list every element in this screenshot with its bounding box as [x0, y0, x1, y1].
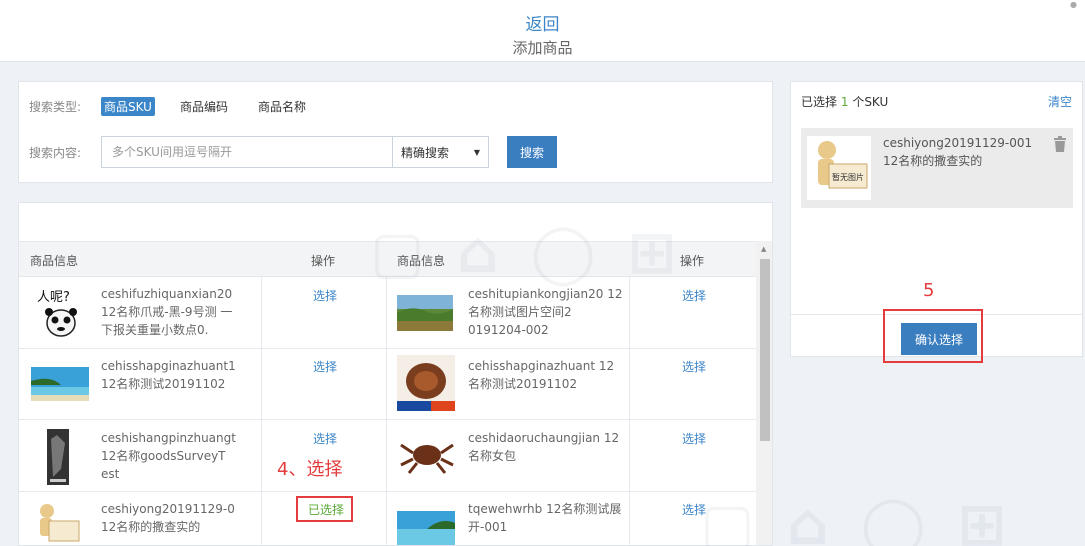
- selected-suffix: 个SKU: [852, 95, 889, 109]
- caret-down-icon: ▼: [473, 147, 480, 157]
- search-content-label: 搜索内容:: [29, 145, 82, 160]
- divider: [19, 491, 756, 492]
- divider: [629, 277, 630, 545]
- search-type-row: 搜索类型: 商品SKU 商品编码 商品名称: [29, 97, 333, 116]
- product-image-beach: [31, 367, 89, 401]
- search-type-label: 搜索类型:: [29, 100, 82, 114]
- search-button[interactable]: 搜索: [507, 136, 557, 168]
- product-image-crab: [397, 355, 455, 411]
- search-type-sku[interactable]: 商品SKU: [101, 97, 155, 116]
- search-input[interactable]: [102, 137, 392, 167]
- select-link[interactable]: 选择: [682, 287, 706, 304]
- product-image-landscape: [397, 295, 453, 331]
- svg-text:人呢?: 人呢?: [37, 290, 70, 305]
- search-panel: 搜索类型: 商品SKU 商品编码 商品名称 搜索内容: 精确搜索 ▼ 搜索: [18, 81, 773, 183]
- scrollbar[interactable]: ▲: [756, 241, 772, 545]
- window-control-icon[interactable]: ●: [1070, 0, 1077, 9]
- select-link[interactable]: 选择: [682, 501, 706, 518]
- selected-item-desc: 12名称的撒查实的: [883, 154, 983, 168]
- product-name: ceshidaoruchaungjian 12名称女包: [468, 431, 620, 463]
- confirm-select-button[interactable]: 确认选择: [901, 323, 977, 355]
- product-name: tqewehwrhb 12名称测试展开-001: [468, 502, 622, 534]
- product-image-meme: 人呢?: [33, 285, 89, 341]
- selected-panel: 已选择 1 个SKU 清空 暂无图片 ceshiyong20191129-001…: [790, 81, 1083, 363]
- product-name: cehisshapginazhuant1 12名称测试20191102: [101, 359, 236, 391]
- divider: [261, 277, 262, 545]
- clear-link[interactable]: 清空: [1048, 93, 1072, 110]
- col-header-op-right: 操作: [680, 254, 705, 268]
- product-image-placeholder: [33, 501, 83, 545]
- trash-icon[interactable]: [1053, 136, 1067, 156]
- scroll-up-icon[interactable]: ▲: [761, 245, 766, 253]
- col-header-op-left: 操作: [311, 254, 336, 268]
- page-title: 添加商品: [512, 39, 573, 57]
- product-image-poster: [47, 429, 69, 485]
- product-name: ceshishangpinzhuangt 12名称goodsSurveyT es…: [101, 431, 236, 481]
- col-header-info-right: 商品信息: [397, 254, 446, 268]
- select-link[interactable]: 选择: [682, 358, 706, 375]
- placeholder-image-text: 暂无图片: [832, 172, 864, 182]
- page-header: 返回 添加商品 ●: [0, 0, 1085, 62]
- col-header-info-left: 商品信息: [30, 254, 79, 268]
- selected-summary: 已选择 1 个SKU: [801, 93, 888, 110]
- divider: [386, 277, 387, 545]
- product-image-beach-2: [397, 511, 455, 545]
- search-type-code[interactable]: 商品编码: [177, 97, 231, 116]
- select-link[interactable]: 选择: [682, 430, 706, 447]
- product-name: ceshiyong20191129-0 12名称的撒查实的: [101, 502, 235, 534]
- table-header: 商品信息 操作 商品信息 操作: [19, 241, 756, 277]
- product-name: ceshifuzhiquanxian20 12名称爪戒-黑-9号测 一下报关重量…: [101, 287, 233, 337]
- selected-item: 暂无图片 ceshiyong20191129-001 12名称的撒查实的: [801, 128, 1073, 208]
- annotation-step4: 4、选择: [277, 459, 343, 480]
- product-image-placeholder: 暂无图片: [807, 136, 871, 200]
- select-link[interactable]: 选择: [313, 430, 337, 447]
- selected-item-name: ceshiyong20191129-001 12名称的撒查实的: [883, 134, 1058, 170]
- select-link[interactable]: 选择: [313, 287, 337, 304]
- search-box: 精确搜索 ▼: [101, 136, 489, 168]
- back-link[interactable]: 返回: [0, 10, 1085, 35]
- product-name: ceshitupiankongjian20 12名称测试图片空间2 019120…: [468, 287, 623, 337]
- divider: [19, 348, 756, 349]
- product-name: cehisshapginazhuant 12名称测试20191102: [468, 359, 615, 391]
- annotation-box: [296, 496, 353, 522]
- selected-count: 1: [840, 95, 849, 109]
- selected-item-sku: ceshiyong20191129-001: [883, 136, 1033, 150]
- product-list-panel: 商品信息 操作 商品信息 操作 人呢? ceshifuzhiquanxian20…: [18, 202, 773, 546]
- annotation-step5: 5: [923, 280, 935, 301]
- product-image-crab-2: [399, 433, 455, 475]
- selected-prefix: 已选择: [801, 95, 838, 109]
- search-type-name[interactable]: 商品名称: [255, 97, 309, 116]
- search-mode-value: 精确搜索: [401, 145, 450, 160]
- divider: [19, 419, 756, 420]
- search-mode-select[interactable]: 精确搜索 ▼: [392, 137, 488, 167]
- select-link[interactable]: 选择: [313, 358, 337, 375]
- scrollbar-thumb[interactable]: [760, 259, 770, 441]
- search-content-row: 搜索内容: 精确搜索 ▼ 搜索: [29, 136, 557, 168]
